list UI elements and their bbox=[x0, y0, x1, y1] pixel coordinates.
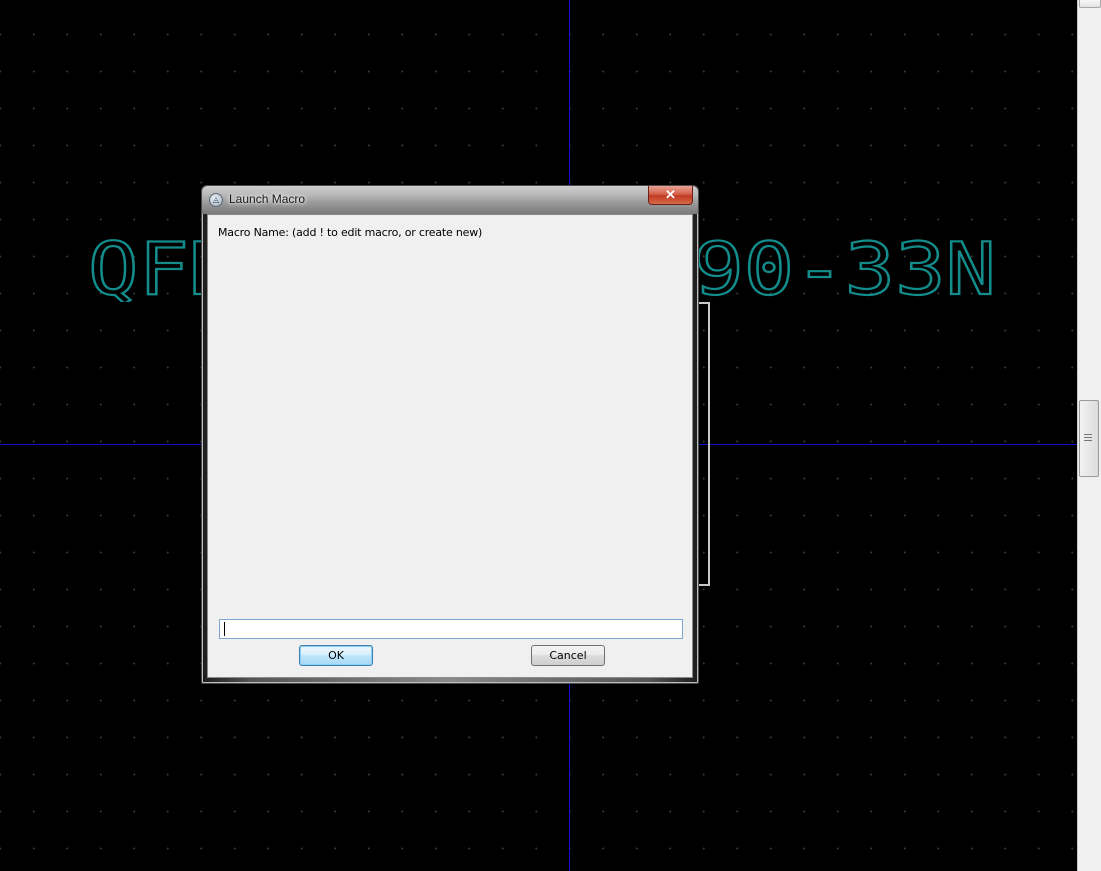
text-caret bbox=[224, 622, 225, 636]
scrollbar-thumb[interactable] bbox=[1079, 400, 1099, 477]
vertical-scrollbar[interactable] bbox=[1077, 0, 1101, 871]
dialog-titlebar[interactable]: ◬ Launch Macro ✕ bbox=[202, 186, 698, 214]
scroll-up-button[interactable] bbox=[1079, 0, 1101, 8]
launch-macro-dialog: ◬ Launch Macro ✕ Macro Name: (add ! to e… bbox=[201, 185, 699, 684]
cancel-button[interactable]: Cancel bbox=[531, 645, 605, 666]
close-icon: ✕ bbox=[665, 187, 676, 202]
dialog-title: Launch Macro bbox=[229, 192, 306, 206]
ok-button[interactable]: OK bbox=[299, 645, 373, 666]
macro-name-input[interactable] bbox=[219, 619, 683, 639]
macro-name-label: Macro Name: (add ! to edit macro, or cre… bbox=[218, 226, 483, 239]
grip-icon bbox=[1084, 434, 1092, 441]
footprint-outline bbox=[698, 302, 710, 586]
dialog-body: Macro Name: (add ! to edit macro, or cre… bbox=[207, 214, 693, 678]
app-icon: ◬ bbox=[209, 193, 223, 207]
close-button[interactable]: ✕ bbox=[648, 186, 693, 205]
